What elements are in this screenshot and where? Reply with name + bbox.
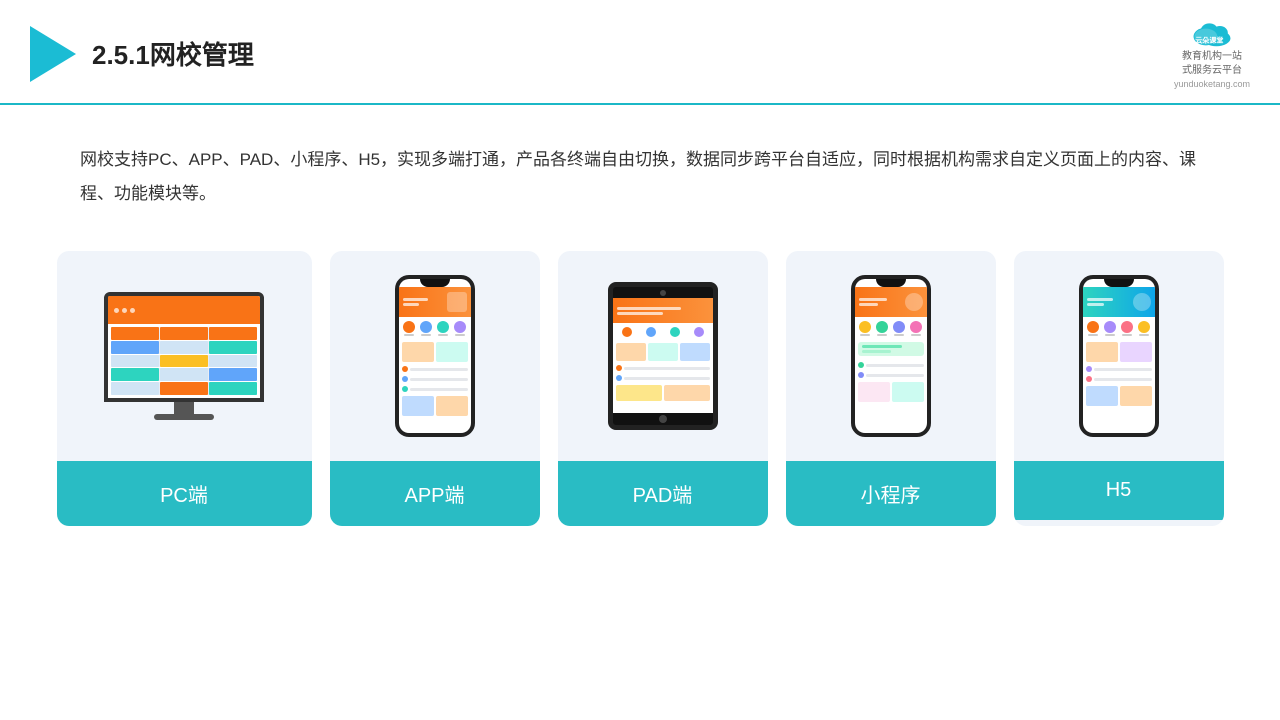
card-pad: PAD端 xyxy=(558,251,768,526)
card-pad-label: PAD端 xyxy=(558,461,768,526)
card-h5: H5 xyxy=(1014,251,1224,526)
header-left: 2.5.1网校管理 xyxy=(30,26,254,82)
card-miniprogram-label: 小程序 xyxy=(786,461,996,526)
card-app: APP端 xyxy=(330,251,540,526)
card-pad-image xyxy=(558,251,768,461)
brand-area: 云朵课堂 教育机构一站 式服务云平台 yunduoketang.com xyxy=(1174,18,1250,89)
page-header: 2.5.1网校管理 云朵课堂 教育机构一站 式服务云平台 yunduoketan… xyxy=(0,0,1280,105)
description-text: 网校支持PC、APP、PAD、小程序、H5，实现多端打通，产品各终端自由切换，数… xyxy=(0,105,1280,231)
pc-monitor-icon xyxy=(104,292,264,420)
miniprogram-phone-icon xyxy=(851,275,931,437)
pad-tablet-icon xyxy=(608,282,718,430)
card-app-image xyxy=(330,251,540,461)
page-title: 2.5.1网校管理 xyxy=(92,35,254,72)
svg-text:云朵课堂: 云朵课堂 xyxy=(1195,36,1223,45)
app-phone-icon xyxy=(395,275,475,437)
logo-triangle-icon xyxy=(30,26,76,82)
card-pc-label: PC端 xyxy=(57,461,312,526)
card-pc-image xyxy=(57,251,312,461)
card-h5-label: H5 xyxy=(1014,461,1224,520)
h5-phone-icon xyxy=(1079,275,1159,437)
card-miniprogram-image xyxy=(786,251,996,461)
brand-url: yunduoketang.com xyxy=(1174,79,1250,89)
card-pc: PC端 xyxy=(57,251,312,526)
cloud-icon: 云朵课堂 xyxy=(1190,18,1234,48)
card-miniprogram: 小程序 xyxy=(786,251,996,526)
card-h5-image xyxy=(1014,251,1224,461)
cards-container: PC端 xyxy=(0,231,1280,556)
brand-tagline: 教育机构一站 式服务云平台 xyxy=(1182,50,1242,78)
card-app-label: APP端 xyxy=(330,461,540,526)
brand-logo: 云朵课堂 xyxy=(1190,18,1234,48)
